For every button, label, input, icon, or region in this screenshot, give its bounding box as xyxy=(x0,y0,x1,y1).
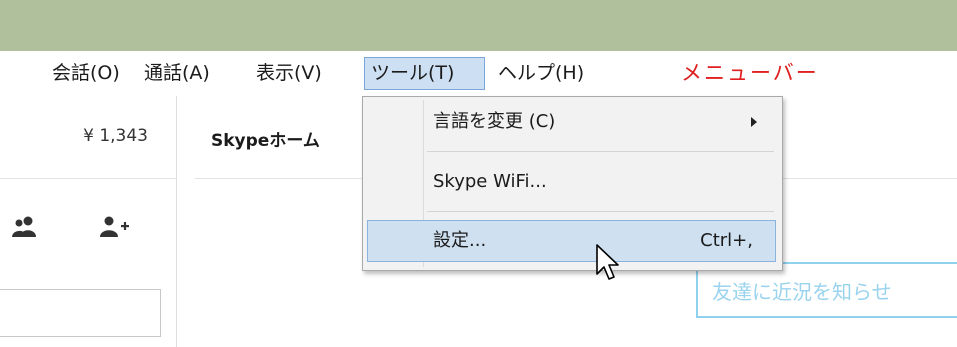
menu-item-change-language[interactable]: 言語を変更 (C) xyxy=(367,101,776,143)
menu-view[interactable]: 表示(V) xyxy=(250,57,328,90)
menu-conversation[interactable]: 会話(O) xyxy=(46,57,126,90)
menu-bar: 会話(O) 通話(A) 表示(V) ツール(T) ヘルプ(H) メニューバー xyxy=(0,51,957,96)
left-pane: ¥ 1,343 xyxy=(0,96,177,347)
contacts-icon[interactable] xyxy=(12,216,40,242)
menu-item-label: 設定... xyxy=(433,230,487,251)
tools-dropdown-menu: 言語を変更 (C) Skype WiFi... 設定... Ctrl+, xyxy=(362,96,783,271)
skype-credit[interactable]: ¥ 1,343 xyxy=(83,126,148,146)
menu-help[interactable]: ヘルプ(H) xyxy=(492,57,590,90)
menu-item-settings[interactable]: 設定... Ctrl+, xyxy=(367,220,776,262)
menubar-annotation: メニューバー xyxy=(681,61,819,85)
menu-call[interactable]: 通話(A) xyxy=(138,57,216,90)
window-titlebar xyxy=(0,0,957,51)
search-input[interactable] xyxy=(0,289,161,337)
submenu-arrow-icon xyxy=(751,117,757,127)
menu-separator xyxy=(427,211,774,212)
mood-placeholder: 友達に近況を知らせ xyxy=(712,280,892,304)
mouse-cursor-icon xyxy=(596,244,622,288)
divider xyxy=(0,178,176,179)
add-contact-icon[interactable] xyxy=(100,216,130,242)
menu-item-label: Skype WiFi... xyxy=(433,171,547,192)
menu-tools[interactable]: ツール(T) xyxy=(364,57,485,90)
menu-item-label: 言語を変更 (C) xyxy=(433,111,556,132)
menu-separator xyxy=(427,151,774,152)
page-title: Skypeホーム xyxy=(211,131,320,151)
menu-item-shortcut: Ctrl+, xyxy=(700,230,753,251)
menu-item-skype-wifi[interactable]: Skype WiFi... xyxy=(367,161,776,203)
